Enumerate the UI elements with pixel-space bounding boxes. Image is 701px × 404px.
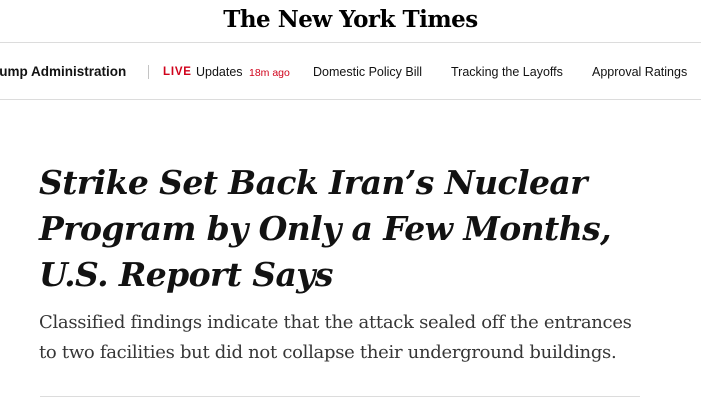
nav-section-trump-administration[interactable]: rump Administration [0, 64, 126, 79]
section-nav-bar: rump Administration LIVE Updates 18m ago… [0, 44, 701, 100]
nav-link-domestic-policy-bill[interactable]: Domestic Policy Bill [313, 65, 422, 79]
live-updates-link[interactable]: Updates [196, 65, 243, 79]
live-updated-timestamp: 18m ago [249, 67, 290, 79]
article-summary: Classified findings indicate that the at… [39, 312, 632, 363]
masthead: The New York Times [0, 0, 701, 43]
nav-divider [148, 65, 149, 79]
nyt-logo[interactable]: The New York Times [0, 6, 701, 33]
article-headline: Strike Set Back Iran’s Nuclear Program b… [39, 163, 612, 294]
nav-link-approval-ratings[interactable]: Approval Ratings [592, 65, 687, 79]
live-badge[interactable]: LIVE [163, 66, 192, 78]
summary-divider [40, 396, 640, 397]
nav-link-tracking-the-layoffs[interactable]: Tracking the Layoffs [451, 65, 563, 79]
